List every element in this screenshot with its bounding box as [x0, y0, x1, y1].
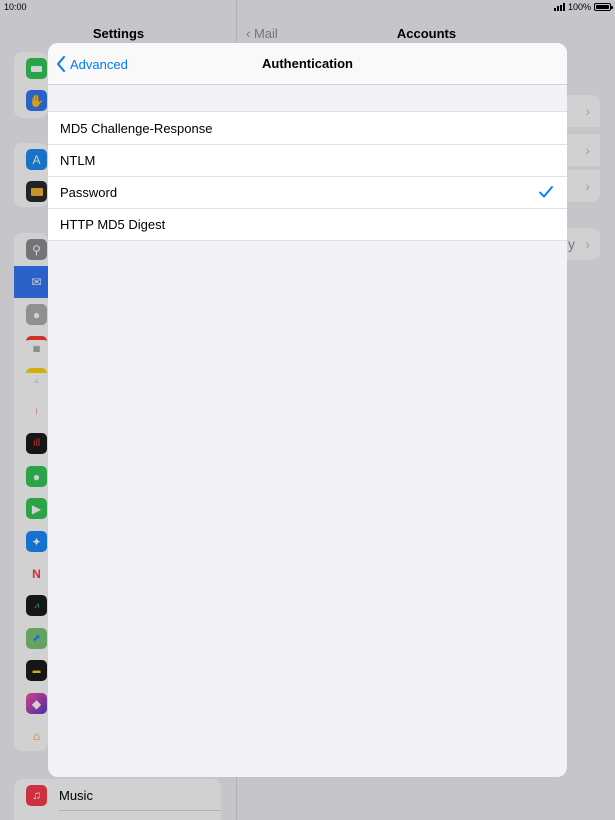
battery-icon [594, 3, 613, 11]
cellular-signal-icon [553, 3, 565, 11]
status-bar: 10:00 100% [0, 0, 615, 14]
authentication-options: MD5 Challenge-Response NTLM Password HTT… [48, 111, 567, 241]
checkmark-icon [539, 186, 553, 198]
battery-percent: 100% [567, 2, 591, 12]
option-password[interactable]: Password [48, 176, 567, 208]
option-label: HTTP MD5 Digest [60, 216, 166, 232]
option-md5-challenge-response[interactable]: MD5 Challenge-Response [48, 112, 567, 144]
option-http-md5-digest[interactable]: HTTP MD5 Digest [48, 208, 567, 240]
authentication-modal: Advanced Authentication MD5 Challenge-Re… [48, 43, 567, 777]
option-label: NTLM [60, 152, 96, 168]
modal-nav-bar: Advanced Authentication [48, 43, 567, 85]
option-label: Password [60, 184, 118, 200]
status-time: 10:00 [4, 2, 27, 12]
chevron-left-icon [57, 56, 65, 72]
status-right: 100% [553, 2, 613, 12]
advanced-back-label: Advanced [70, 56, 128, 72]
modal-title: Authentication [262, 56, 353, 71]
option-label: MD5 Challenge-Response [60, 120, 213, 136]
advanced-back-button[interactable]: Advanced [56, 43, 128, 85]
option-ntlm[interactable]: NTLM [48, 144, 567, 176]
